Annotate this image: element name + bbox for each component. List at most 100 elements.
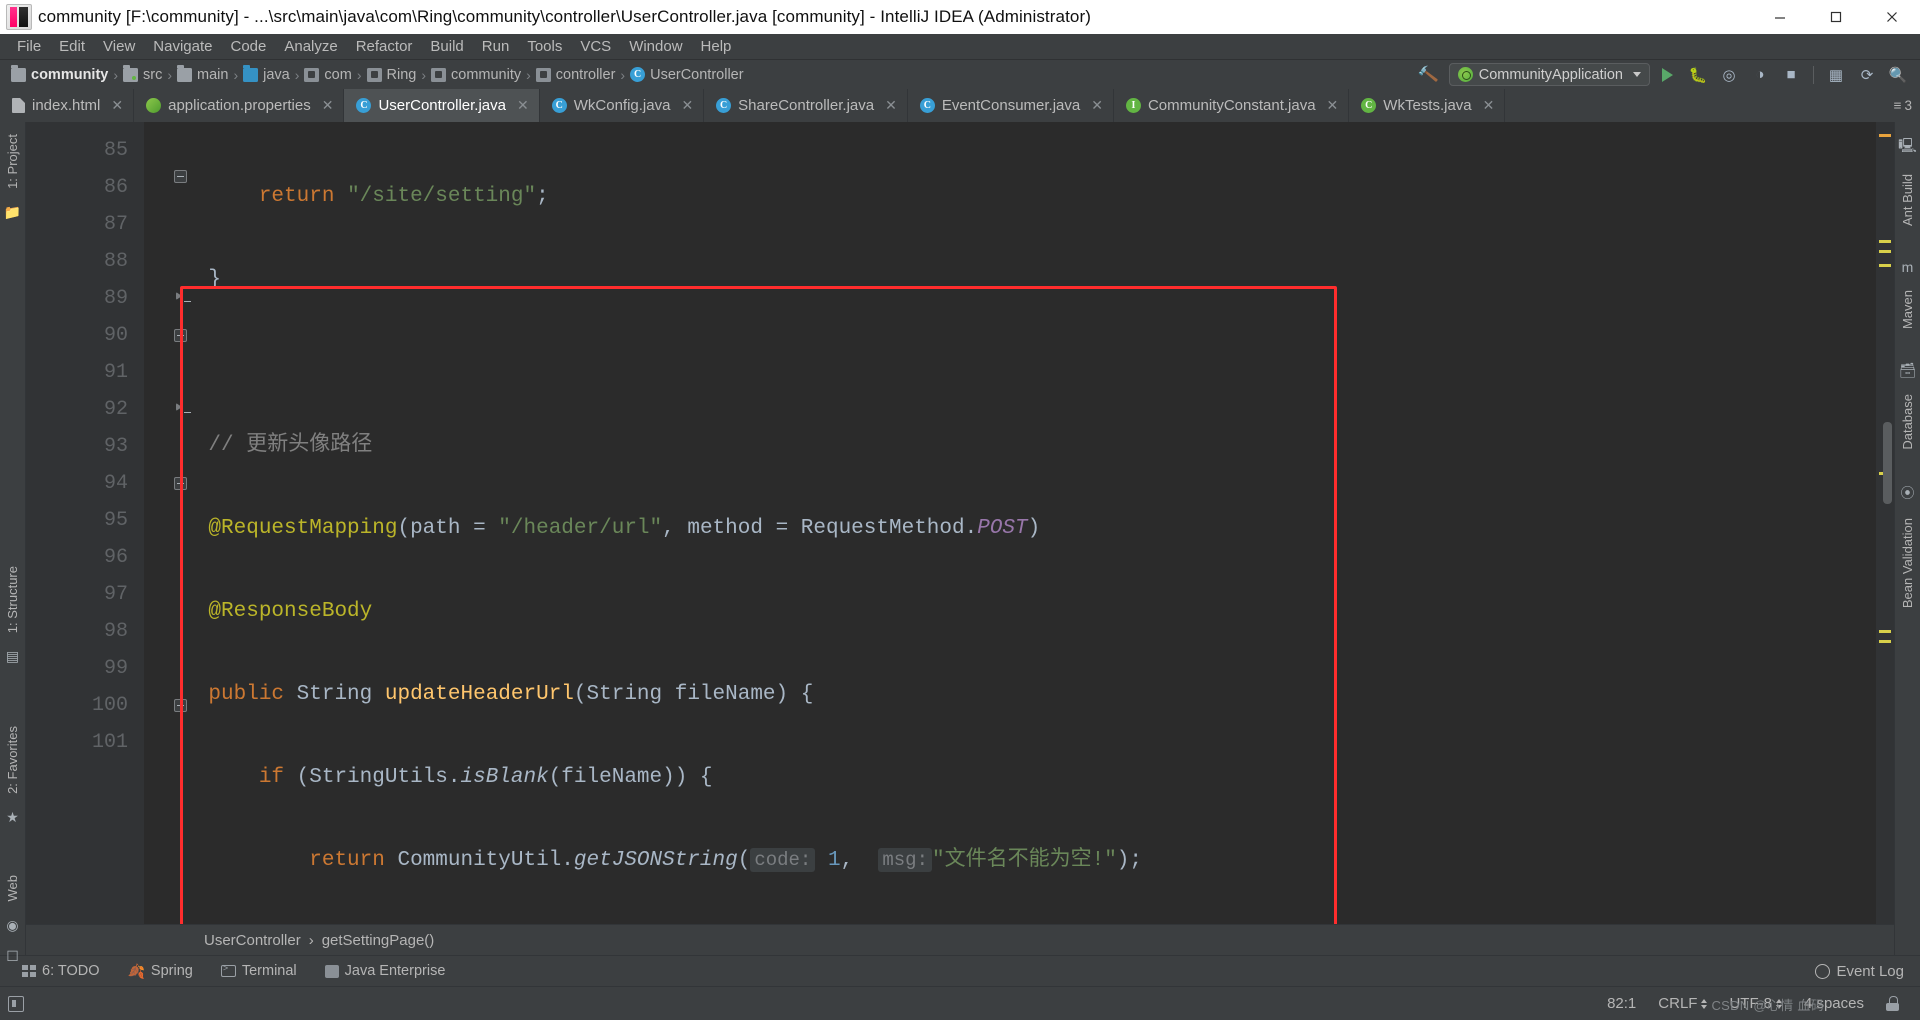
minimize-button[interactable] xyxy=(1752,0,1808,34)
line-number-gutter: 85 86 87 88 89 90 91 92 93 94 95 96 97 9… xyxy=(26,122,191,924)
java-class-icon: C xyxy=(919,98,935,113)
tab-close-icon[interactable]: ✕ xyxy=(681,97,693,114)
tab-index-html[interactable]: index.html ✕ xyxy=(0,89,135,122)
sidebar-item-web[interactable]: Web xyxy=(5,867,20,910)
debug-icon[interactable]: 🐛 xyxy=(1684,63,1712,87)
breadcrumb-separator: › xyxy=(421,66,426,83)
hide-tool-windows-icon[interactable] xyxy=(8,995,24,1012)
tab-sharecontroller-java[interactable]: C ShareController.java ✕ xyxy=(704,89,908,122)
tool-button-todo[interactable]: 6: TODO xyxy=(8,963,113,979)
sidebar-item-structure[interactable]: 1: Structure xyxy=(5,558,20,641)
search-everywhere-icon[interactable]: 🔍 xyxy=(1884,63,1912,87)
sidebar-item-maven[interactable]: Maven xyxy=(1900,282,1915,337)
project-tool-icon[interactable]: 📁 xyxy=(4,197,21,228)
tabs-overflow-button[interactable]: ≡ 3 xyxy=(1886,89,1920,122)
ant-build-icon[interactable]: 🖳 xyxy=(1898,128,1917,166)
watermark: CSDN @心情 血码 xyxy=(1711,998,1824,1013)
tool-button-terminal[interactable]: Terminal xyxy=(207,963,311,979)
menu-analyze[interactable]: Analyze xyxy=(275,36,346,57)
code-comment: // 更新头像路径 xyxy=(208,434,373,457)
update-project-icon[interactable]: ⟳ xyxy=(1853,63,1881,87)
tool-button-java-enterprise[interactable]: Java Enterprise xyxy=(311,963,460,979)
caret-position[interactable]: 82:1 xyxy=(1596,995,1647,1012)
tab-application-properties[interactable]: application.properties ✕ xyxy=(134,89,345,122)
maven-icon[interactable]: m xyxy=(1902,252,1914,282)
breadcrumb-item-com[interactable]: com xyxy=(301,67,354,83)
menu-run[interactable]: Run xyxy=(473,36,519,57)
tab-close-icon[interactable]: ✕ xyxy=(322,97,334,114)
tab-close-icon[interactable]: ✕ xyxy=(1327,97,1339,114)
menu-vcs[interactable]: VCS xyxy=(571,36,620,57)
code-line-91: public String updateHeaderUrl(String fil… xyxy=(208,683,814,706)
tab-wkconfig-java[interactable]: C WkConfig.java ✕ xyxy=(540,89,705,122)
terminal-toggle-icon[interactable]: ☐ xyxy=(6,941,19,972)
sidebar-item-ant-build[interactable]: Ant Build xyxy=(1900,166,1915,234)
tab-communityconstant-java[interactable]: I CommunityConstant.java ✕ xyxy=(1114,89,1350,122)
sidebar-item-project[interactable]: 1: Project xyxy=(5,126,20,197)
breadcrumb-method[interactable]: getSettingPage() xyxy=(322,932,435,949)
run-configuration-selector[interactable]: CommunityApplication xyxy=(1448,63,1650,86)
line-number: 97 xyxy=(103,583,128,606)
breadcrumb-item-community[interactable]: community xyxy=(8,65,111,83)
breadcrumb-item-community-pkg[interactable]: community xyxy=(428,67,524,83)
editor-scrollbar-thumb[interactable] xyxy=(1883,422,1892,504)
structure-tool-icon[interactable]: ▤ xyxy=(6,641,19,672)
menu-window[interactable]: Window xyxy=(620,36,691,57)
event-log-button[interactable]: Event Log xyxy=(1815,963,1908,980)
tab-wktests-java[interactable]: C WkTests.java ✕ xyxy=(1349,89,1506,122)
menu-code[interactable]: Code xyxy=(221,36,275,57)
tab-close-icon[interactable]: ✕ xyxy=(1483,97,1495,114)
warning-marker[interactable] xyxy=(1879,630,1891,633)
menu-edit[interactable]: Edit xyxy=(50,36,94,57)
line-separator[interactable]: CRLF xyxy=(1647,995,1718,1012)
tab-close-icon[interactable]: ✕ xyxy=(111,97,123,114)
breadcrumb-item-src[interactable]: src xyxy=(120,65,165,83)
read-only-lock-icon[interactable] xyxy=(1875,996,1910,1011)
sidebar-item-bean-validation[interactable]: Bean Validation xyxy=(1900,510,1915,616)
breadcrumb-item-java[interactable]: java xyxy=(240,65,293,83)
sidebar-item-database[interactable]: Database xyxy=(1900,386,1915,458)
breadcrumb-item-main[interactable]: main xyxy=(174,65,231,83)
code-content[interactable]: return "/site/setting"; } // 更新头像路径 @Req… xyxy=(144,122,1876,924)
maximize-button[interactable] xyxy=(1808,0,1864,34)
close-button[interactable] xyxy=(1864,0,1920,34)
tab-close-icon[interactable]: ✕ xyxy=(885,97,897,114)
code-editor[interactable]: 85 86 87 88 89 90 91 92 93 94 95 96 97 9… xyxy=(26,122,1894,924)
menu-refactor[interactable]: Refactor xyxy=(347,36,422,57)
tab-close-icon[interactable]: ✕ xyxy=(517,97,529,114)
stop-icon[interactable]: ■ xyxy=(1777,63,1805,87)
line-number: 88 xyxy=(103,250,128,273)
warning-marker[interactable] xyxy=(1879,640,1891,643)
run-icon[interactable] xyxy=(1653,63,1681,87)
tab-usercontroller-java[interactable]: C UserController.java ✕ xyxy=(344,89,540,122)
menu-file[interactable]: File xyxy=(8,36,50,57)
menu-build[interactable]: Build xyxy=(421,36,472,57)
html-file-icon xyxy=(12,98,25,113)
menu-tools[interactable]: Tools xyxy=(518,36,571,57)
run-with-coverage-icon[interactable]: ◎ xyxy=(1715,63,1743,87)
database-icon[interactable]: 🗃 xyxy=(1899,355,1917,386)
hammer-icon[interactable]: 🔨 xyxy=(1408,62,1447,88)
breadcrumb-item-ring[interactable]: Ring xyxy=(364,67,420,83)
tool-button-spring[interactable]: 🍂 Spring xyxy=(113,963,206,980)
menu-view[interactable]: View xyxy=(94,36,144,57)
favorites-tool-icon[interactable]: ★ xyxy=(6,802,19,833)
warning-marker[interactable] xyxy=(1879,240,1891,243)
profiler-icon[interactable]: ◑ xyxy=(1746,63,1774,87)
error-stripe-marker-panel[interactable] xyxy=(1876,122,1894,924)
breadcrumb-item-controller[interactable]: controller xyxy=(533,67,619,83)
tab-close-icon[interactable]: ✕ xyxy=(1091,97,1103,114)
web-tool-icon[interactable]: ◉ xyxy=(6,910,18,941)
bean-validation-icon[interactable]: ⦿ xyxy=(1901,476,1915,510)
warning-marker[interactable] xyxy=(1879,264,1891,267)
tab-eventconsumer-java[interactable]: C EventConsumer.java ✕ xyxy=(908,89,1114,122)
sidebar-item-favorites[interactable]: 2: Favorites xyxy=(5,718,20,802)
breadcrumb-item-usercontroller[interactable]: C UserController xyxy=(627,67,746,83)
warning-marker[interactable] xyxy=(1879,250,1891,253)
warning-marker[interactable] xyxy=(1879,134,1891,137)
package-icon xyxy=(431,67,446,82)
menu-navigate[interactable]: Navigate xyxy=(144,36,221,57)
breadcrumb-class[interactable]: UserController xyxy=(204,932,301,949)
layout-icon[interactable]: ▦ xyxy=(1822,63,1850,87)
menu-help[interactable]: Help xyxy=(692,36,741,57)
